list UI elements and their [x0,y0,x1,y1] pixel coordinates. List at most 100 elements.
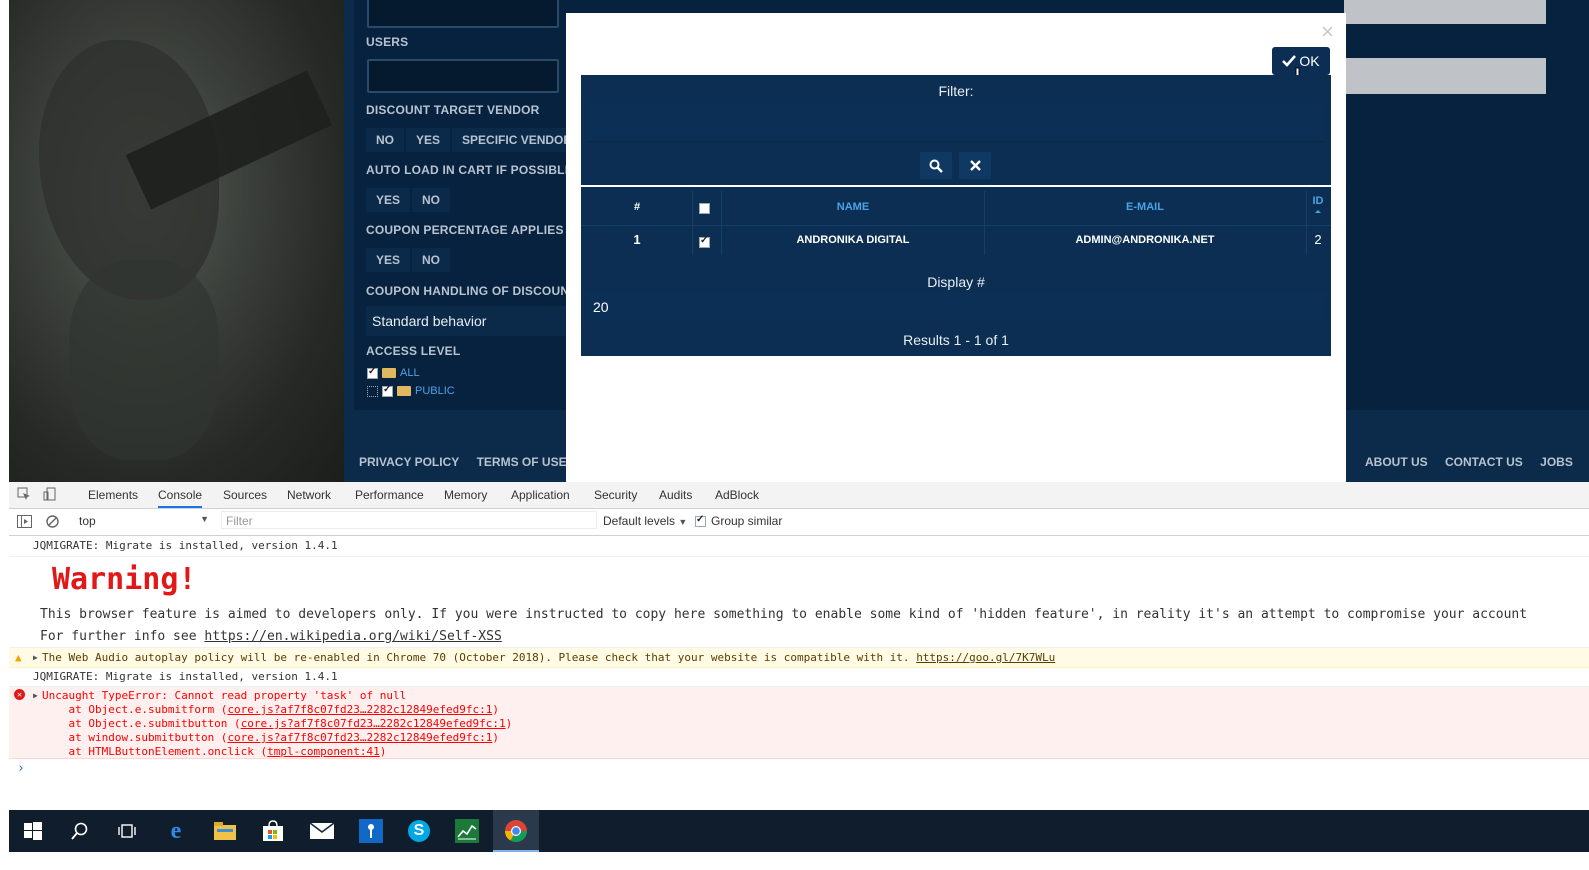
clear-console-icon[interactable] [46,515,59,528]
self-xss-link[interactable]: https://en.wikipedia.org/wiki/Self-XSS [204,629,501,644]
tab-elements[interactable]: Elements [88,488,138,502]
tab-sources[interactable]: Sources [223,488,267,502]
col-header-name[interactable]: NAME [723,201,983,213]
console-filter-input[interactable]: Filter [221,511,597,529]
display-count-select[interactable]: 20 [587,293,1325,321]
inspect-element-icon[interactable] [17,487,31,501]
info-text: For further info see [40,629,205,644]
jobs-link[interactable]: JOBS [1540,455,1573,469]
tab-adblock[interactable]: AdBlock [715,488,759,502]
row-email[interactable]: ADMIN@ANDRONIKA.NET [986,234,1304,246]
tab-performance[interactable]: Performance [355,488,424,502]
chrome-taskbar-button[interactable] [493,810,539,852]
stack-line: at Object.e.submitform (core.js?af7f8c07… [42,703,1589,717]
left-edge [0,0,9,870]
store-icon[interactable] [261,819,285,843]
sidebar-toggle-icon[interactable] [17,515,32,528]
access-all-checkbox[interactable] [367,366,378,379]
filter-title: Filter: [938,83,974,99]
expand-arrow-icon[interactable]: ▶ [33,648,38,667]
discount-yes-button[interactable]: YES [406,128,451,152]
grid-divider [692,191,693,255]
console-toolbar: top ▼ Filter Default levels ▼ Group simi… [9,509,1589,536]
tab-audits[interactable]: Audits [659,488,692,502]
stack-text: ) [492,703,499,716]
stack-line: at Object.e.submitbutton (core.js?af7f8c… [42,717,1589,731]
mail-icon[interactable] [310,819,334,843]
display-count-title: Display # [927,274,985,290]
col-header-id[interactable]: ID [1308,195,1328,207]
audio-policy-link[interactable]: https://goo.gl/7K7WLu [916,651,1055,664]
tab-memory[interactable]: Memory [444,488,487,502]
group-similar-checkbox[interactable] [695,514,706,527]
discount-no-button[interactable]: NO [366,128,404,152]
row-name[interactable]: ANDRONIKA DIGITAL [723,234,983,246]
privacy-policy-link[interactable]: PRIVACY POLICY [359,455,459,469]
stack-text: ) [505,717,513,730]
console-warning-text: This browser feature is aimed to develop… [40,607,1528,622]
log-levels-dropdown[interactable]: Default levels ▼ [603,514,687,528]
tree-toggle-icon[interactable] [367,385,378,397]
keepass-icon[interactable] [359,819,383,843]
context-selector[interactable]: top ▼ [79,514,209,528]
task-view-icon[interactable] [115,819,139,843]
results-summary: Results 1 - 1 of 1 [903,332,1009,348]
filter-input[interactable] [587,103,1325,142]
chart-app-icon[interactable] [455,819,479,843]
row-num: 1 [633,232,641,247]
stack-line: at HTMLButtonElement.onclick (tmpl-compo… [42,745,1589,759]
device-toolbar-icon[interactable] [43,487,57,501]
tab-security[interactable]: Security [594,488,637,502]
access-public-checkbox[interactable] [382,384,393,397]
row-checkbox[interactable] [699,235,710,253]
console-prompt[interactable]: › [9,759,1589,779]
filter-section: Filter: [581,75,1331,185]
tab-console[interactable]: Console [158,488,203,508]
col-header-email[interactable]: E-MAIL [986,201,1304,213]
select-all-checkbox[interactable] [699,201,710,219]
windows-start-icon[interactable] [21,819,45,843]
top-wide-field[interactable] [1344,0,1546,24]
edge-icon[interactable]: e [164,818,188,844]
file-explorer-icon[interactable] [213,819,237,843]
users-field[interactable] [367,59,559,93]
users-wide-field[interactable] [1344,58,1546,94]
skype-icon[interactable]: S [407,819,431,843]
hero-image [9,0,344,482]
discount-specific-vendor-button[interactable]: SPECIFIC VENDOR [452,128,583,152]
chevron-down-icon: ▼ [678,517,688,527]
expand-arrow-icon[interactable]: ▶ [33,689,38,703]
auto-load-no-button[interactable]: NO [412,188,451,212]
stack-source-link[interactable]: tmpl-component:41 [267,745,380,758]
search-icon[interactable] [68,819,92,843]
auto-load-yes-button[interactable]: YES [366,188,411,212]
coupon-pct-no-button[interactable]: NO [412,248,451,272]
users-label: USERS [366,35,409,49]
stack-source-link[interactable]: core.js?af7f8c07fd23…2282c12849efed9fc:1 [241,717,506,730]
terms-of-use-link[interactable]: TERMS OF USE [477,455,567,469]
stack-source-link[interactable]: core.js?af7f8c07fd23…2282c12849efed9fc:1 [227,731,492,744]
contact-us-link[interactable]: CONTACT US [1445,455,1523,469]
search-button[interactable] [920,152,952,179]
coupon-pct-yes-button[interactable]: YES [366,248,411,272]
footer-left: PRIVACY POLICY TERMS OF USE [359,455,581,469]
stack-source-link[interactable]: core.js?af7f8c07fd23…2282c12849efed9fc:1 [227,703,492,716]
coupon-pct-label: COUPON PERCENTAGE APPLIES TO [366,223,585,237]
grid-divider [721,191,722,255]
devtools-panel: Elements Console Sources Network Perform… [9,482,1589,810]
top-field[interactable] [367,0,559,28]
stack-text: at Object.e.submitbutton ( [42,717,241,730]
access-item-all[interactable]: ALL [367,366,420,379]
group-similar-toggle[interactable]: Group similar [695,514,782,528]
col-header-num: # [633,201,641,213]
console-warning-heading: Warning! [9,557,1589,604]
coupon-handling-select[interactable]: Standard behavior [366,306,566,336]
tab-application[interactable]: Application [511,488,570,502]
modal-close-button[interactable]: × [1321,19,1334,45]
auto-load-options: YES NO [366,188,452,212]
access-item-public[interactable]: PUBLIC [367,384,455,397]
access-level-label: ACCESS LEVEL [366,344,461,358]
about-us-link[interactable]: ABOUT US [1365,455,1428,469]
clear-filter-button[interactable] [959,152,991,179]
tab-network[interactable]: Network [287,488,331,502]
